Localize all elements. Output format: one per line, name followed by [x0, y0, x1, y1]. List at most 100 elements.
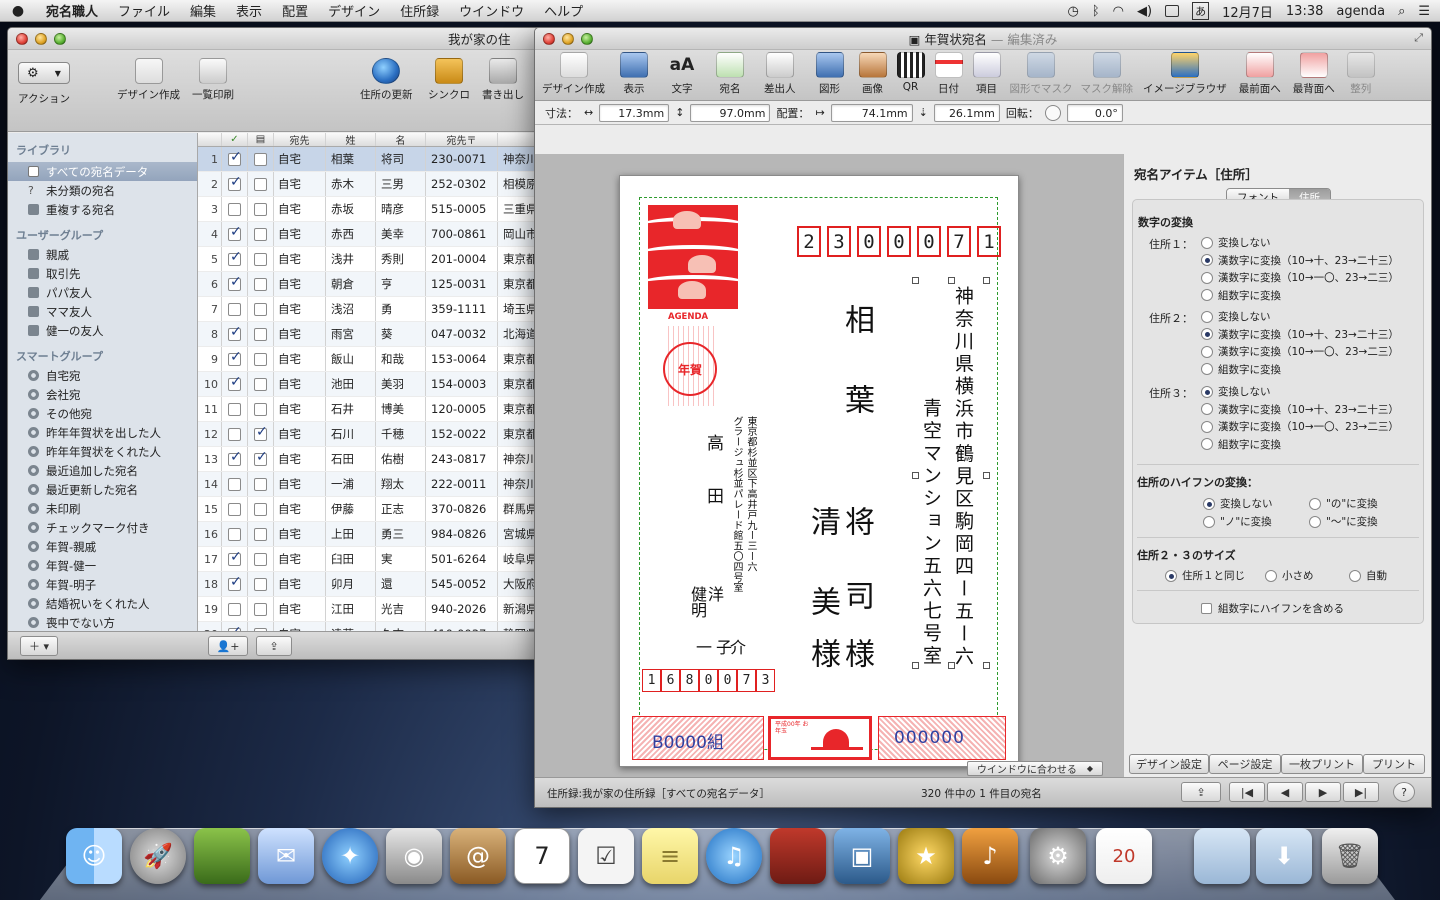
checkbox[interactable] [254, 577, 267, 591]
sidebar-item-smart-8[interactable]: 未印刷 [8, 499, 197, 518]
print-flag[interactable] [248, 222, 274, 246]
print-flag[interactable] [248, 197, 274, 221]
check-mark[interactable] [222, 547, 248, 571]
imovie-icon[interactable]: ★ [898, 828, 954, 884]
print-flag[interactable] [248, 147, 274, 171]
address-to[interactable]: 自宅 [274, 572, 326, 596]
checkbox[interactable] [228, 302, 241, 316]
help-button[interactable]: ? [1393, 782, 1415, 802]
col-last-name[interactable]: 姓 [326, 133, 376, 146]
tb-text[interactable]: aA 文字 [658, 50, 706, 96]
tb-unmask[interactable]: マスク解除 [1077, 50, 1138, 96]
addr3-none[interactable]: 変換しない [1201, 383, 1399, 401]
address-to[interactable]: 自宅 [274, 347, 326, 371]
sidebar-item-smart-14[interactable]: 喪中でない方 [8, 613, 197, 632]
safari-icon[interactable]: ✦ [322, 828, 378, 884]
address-to[interactable]: 自宅 [274, 497, 326, 521]
print-flag[interactable] [248, 272, 274, 296]
print-flag[interactable] [248, 372, 274, 396]
addr1-kanji1[interactable]: 漢数字に変換（10→十、23→二十三） [1201, 252, 1399, 270]
check-mark[interactable] [222, 222, 248, 246]
tb-qr[interactable]: QR [892, 50, 930, 93]
print-flag[interactable] [248, 397, 274, 421]
single-print-button[interactable]: 一枚プリント [1281, 754, 1363, 774]
check-mark[interactable] [222, 397, 248, 421]
print-flag[interactable] [248, 247, 274, 271]
menu-date[interactable]: 12月7日 [1222, 2, 1273, 21]
checkbox[interactable] [254, 502, 267, 516]
table-row[interactable]: 18自宅卯月還545-0052大阪府 [198, 572, 544, 597]
print-button[interactable]: プリント [1363, 754, 1425, 774]
hyphen-none[interactable]: 変換しない [1203, 495, 1273, 513]
table-row[interactable]: 6自宅朝倉亨125-0031東京都 [198, 272, 544, 297]
checkbox[interactable] [254, 352, 267, 366]
hyphen-wave[interactable]: "〜"に変換 [1309, 513, 1378, 531]
apple-icon[interactable]: ● [0, 3, 36, 19]
sender-first-name-1[interactable]: 健明 [688, 586, 707, 618]
menu-view[interactable]: 表示 [226, 1, 272, 20]
sidebar-item-smart-5[interactable]: 昨年年賀状をくれた人 [8, 442, 197, 461]
address-to[interactable]: 自宅 [274, 147, 326, 171]
add-group-button[interactable]: ＋ ▾ [20, 636, 58, 656]
check-mark[interactable] [222, 347, 248, 371]
checkbox[interactable] [254, 227, 267, 241]
sender-first-name-2[interactable]: 洋 [705, 586, 724, 602]
addr3-kumi[interactable]: 組数字に変換 [1201, 436, 1399, 454]
fullscreen-icon[interactable]: ⤢ [1414, 31, 1423, 45]
checkbox[interactable] [228, 477, 241, 491]
table-row[interactable]: 5自宅浅井秀則201-0004東京都 [198, 247, 544, 272]
notes-icon[interactable]: ≡ [642, 828, 698, 884]
check-mark[interactable] [222, 372, 248, 396]
itunes-icon[interactable]: ♫ [706, 828, 762, 884]
sidebar-item-smart-11[interactable]: 年賀-健一 [8, 556, 197, 575]
checkbox[interactable] [254, 402, 267, 416]
share-button[interactable]: ⇪ [256, 636, 292, 656]
print-flag[interactable] [248, 597, 274, 621]
time-machine-icon[interactable]: ◷ [1068, 4, 1079, 19]
check-mark[interactable] [222, 522, 248, 546]
print-flag[interactable] [248, 347, 274, 371]
check-mark[interactable] [222, 197, 248, 221]
checkbox[interactable] [254, 152, 267, 166]
checkbox[interactable] [228, 427, 241, 441]
table-row[interactable]: 2自宅赤木三男252-0302相模原 [198, 172, 544, 197]
checkbox[interactable] [228, 349, 242, 366]
photo-booth-icon[interactable] [770, 828, 826, 884]
col-address-to[interactable]: 宛先 [274, 133, 326, 146]
address-to[interactable]: 自宅 [274, 447, 326, 471]
check-mark[interactable] [222, 572, 248, 596]
check-mark[interactable] [222, 497, 248, 521]
print-flag[interactable] [248, 322, 274, 346]
share-button[interactable]: ⇪ [1181, 782, 1221, 802]
sidebar-item-smart-1[interactable]: 自宅宛 [8, 366, 197, 385]
tb-shape-mask[interactable]: 図形でマスク [1006, 50, 1077, 96]
sidebar-item-unclassified[interactable]: ? 未分類の宛名 [8, 181, 197, 200]
address-to[interactable]: 自宅 [274, 522, 326, 546]
atena-shokunin-icon[interactable]: 20 [1096, 828, 1152, 884]
checkbox[interactable] [254, 252, 267, 266]
recipient-last-name[interactable]: 相葉 [839, 304, 874, 464]
print-flag[interactable] [248, 497, 274, 521]
col-zip[interactable]: 宛先〒 [426, 133, 498, 146]
checkbox[interactable] [228, 224, 242, 241]
table-row[interactable]: 1自宅相葉将司230-0071神奈川 [198, 147, 544, 172]
addr1-kanji2[interactable]: 漢数字に変換（10→一〇、23→二三） [1201, 269, 1399, 287]
zoom-button[interactable] [54, 32, 66, 45]
tb-image-browser[interactable]: イメージブラウザ [1137, 50, 1233, 96]
trash-icon[interactable]: 🗑 [1322, 828, 1378, 884]
addr3-kanji1[interactable]: 漢数字に変換（10→十、23→二十三） [1201, 401, 1399, 419]
sidebar-item-mama-friends[interactable]: ママ友人 [8, 302, 197, 321]
print-flag[interactable] [248, 472, 274, 496]
downloads-folder-icon[interactable]: ⬇ [1256, 828, 1312, 884]
sidebar-item-kenichi-friends[interactable]: 健一の友人 [8, 321, 197, 340]
sidebar-item-all[interactable]: すべての宛名データ [8, 162, 197, 181]
checkbox[interactable] [254, 602, 267, 616]
table-row[interactable]: 10自宅池田美羽154-0003東京都 [198, 372, 544, 397]
addr2-none[interactable]: 変換しない [1201, 308, 1399, 326]
sidebar-item-smart-4[interactable]: 昨年年賀状を出した人 [8, 423, 197, 442]
hyphen-no[interactable]: "の"に変換 [1309, 495, 1378, 513]
menu-arrange[interactable]: 配置 [272, 1, 318, 20]
applications-folder-icon[interactable] [1194, 828, 1250, 884]
check-mark[interactable] [222, 472, 248, 496]
table-row[interactable]: 4自宅赤西美幸700-0861岡山市 [198, 222, 544, 247]
